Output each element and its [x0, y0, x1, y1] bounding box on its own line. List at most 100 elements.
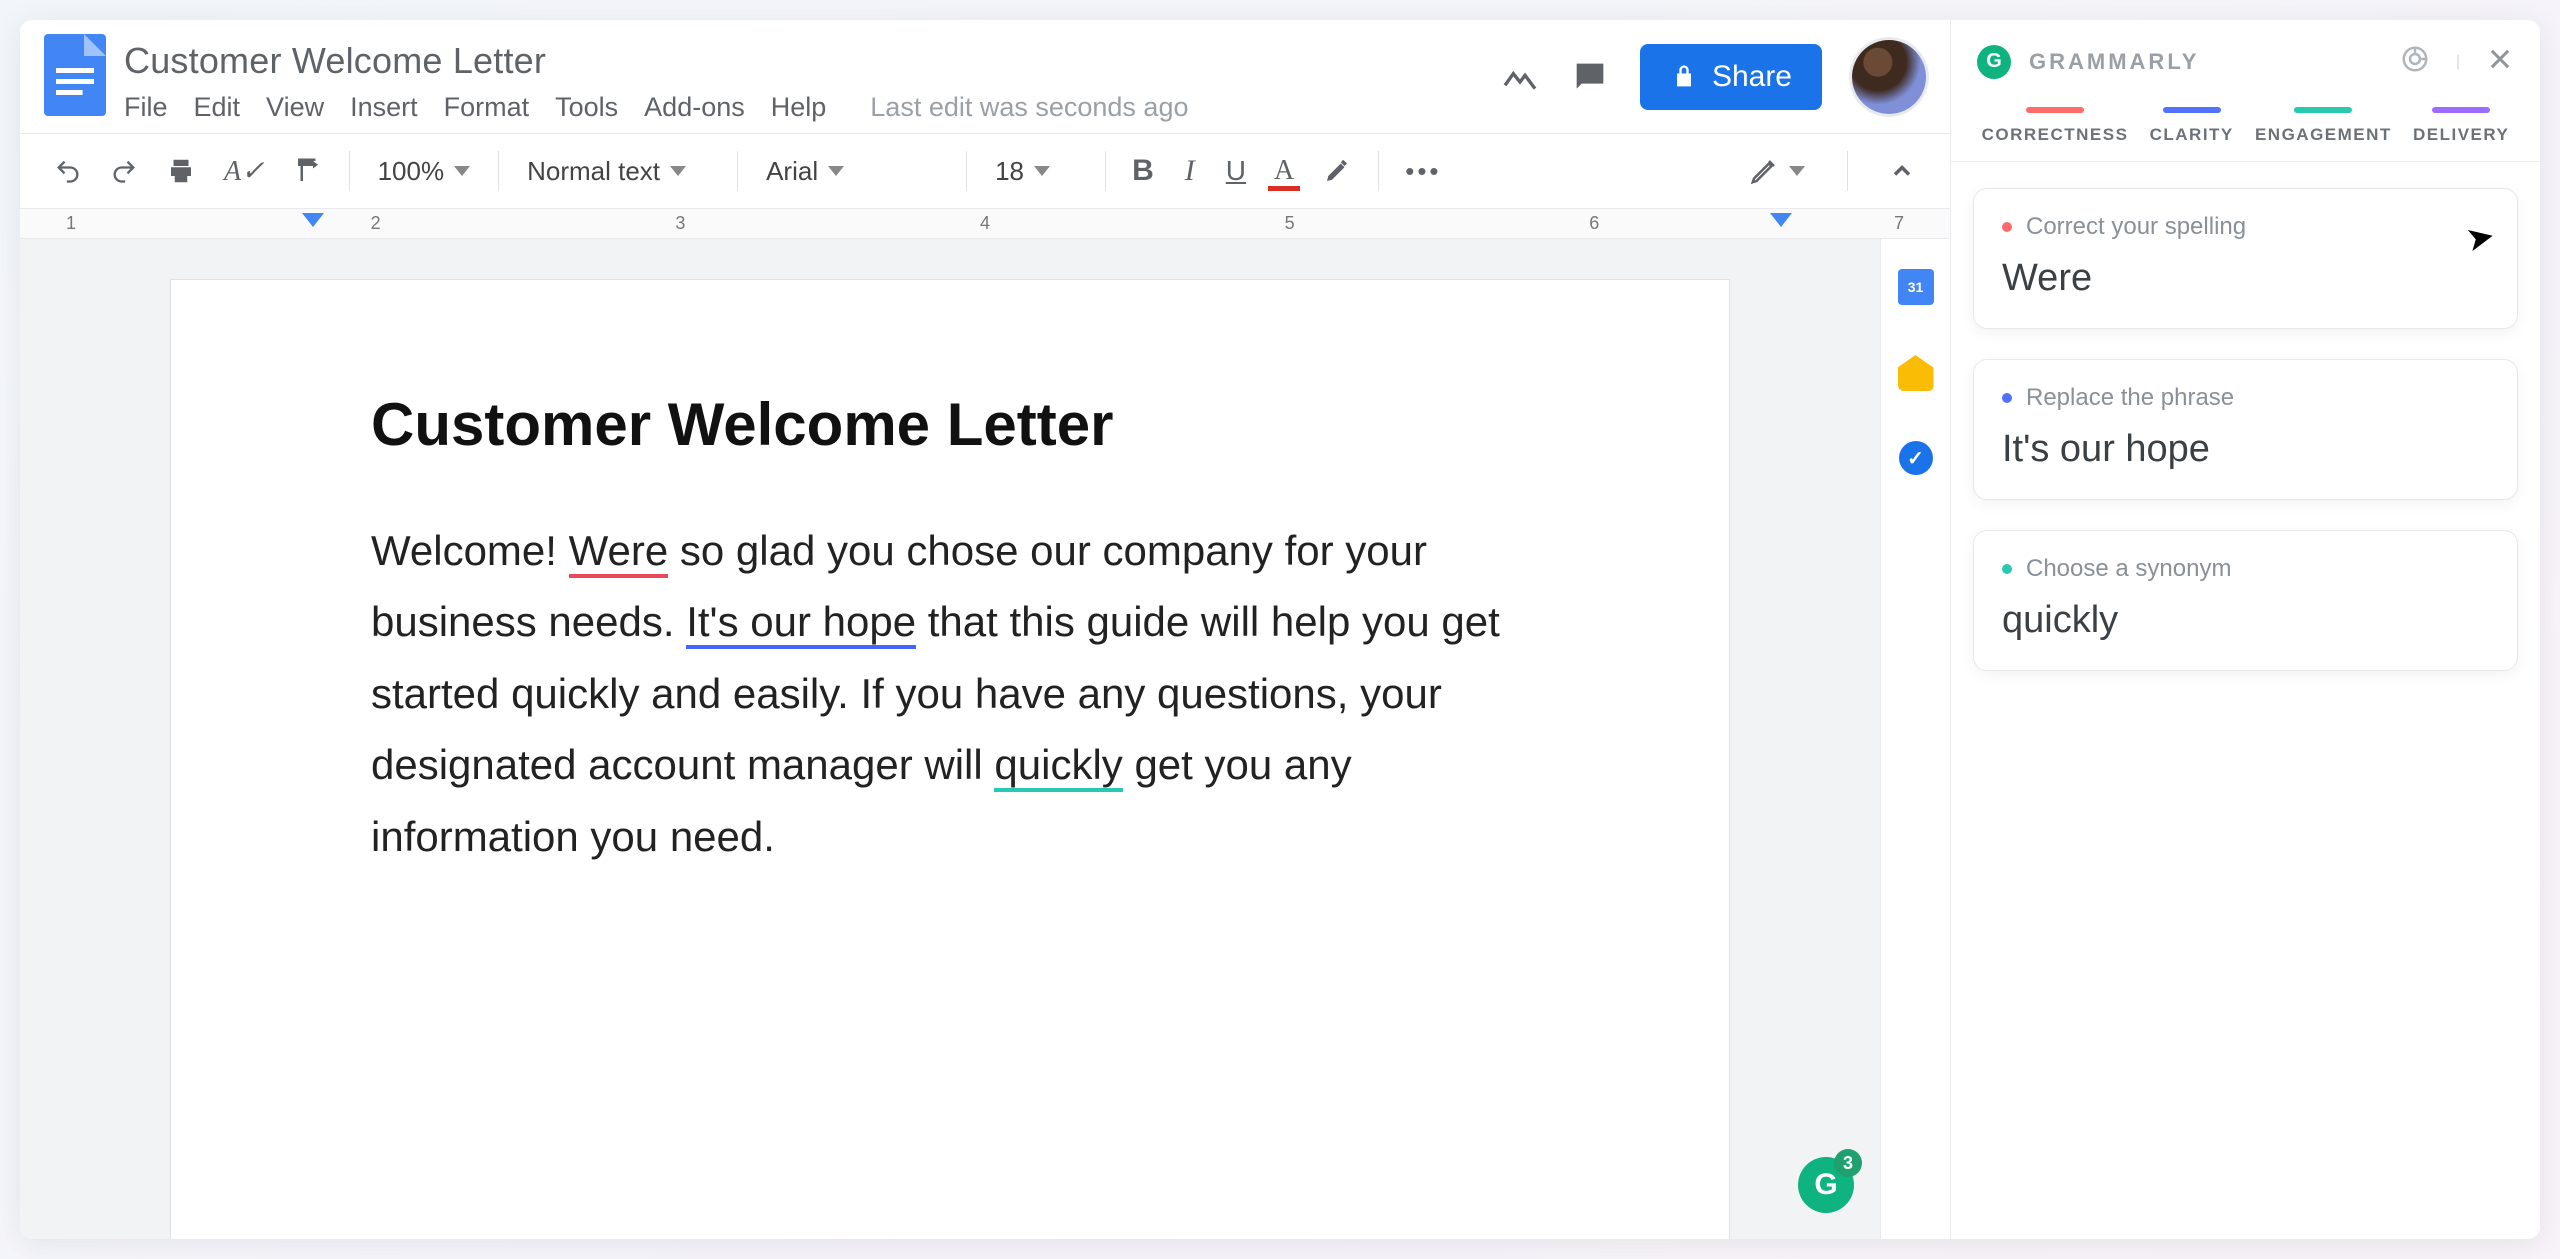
google-docs-pane: Customer Welcome Letter File Edit View I…	[20, 20, 1950, 1239]
ruler-mark: 7	[1894, 213, 1904, 234]
menu-addons[interactable]: Add-ons	[644, 92, 745, 123]
ruler-mark: 4	[980, 213, 990, 234]
toolbar-separator	[1847, 151, 1848, 191]
grammarly-tabs: CORRECTNESS CLARITY ENGAGEMENT DELIVERY	[1951, 89, 2540, 162]
tab-correctness[interactable]: CORRECTNESS	[1982, 107, 2129, 145]
share-button-label: Share	[1712, 60, 1792, 94]
grammarly-suggestion-list: Correct your spelling Were ➤ Replace the…	[1951, 162, 2540, 697]
font-size-selector[interactable]: 18	[981, 148, 1091, 195]
document-paragraph[interactable]: Welcome! Were so glad you chose our comp…	[371, 515, 1529, 872]
toolbar-separator	[1105, 151, 1106, 191]
goals-icon[interactable]	[2400, 44, 2430, 79]
paint-format-button[interactable]	[281, 148, 335, 194]
menu-help[interactable]: Help	[771, 92, 827, 123]
lock-icon	[1670, 63, 1698, 91]
document-canvas-area: Customer Welcome Letter Welcome! Were so…	[20, 239, 1950, 1239]
bold-button[interactable]: B	[1120, 146, 1166, 196]
undo-button[interactable]	[42, 149, 94, 193]
document-page[interactable]: Customer Welcome Letter Welcome! Were so…	[170, 279, 1730, 1239]
suggestion-hint: Choose a synonym	[2002, 555, 2489, 583]
header-right: Share	[1500, 34, 1926, 114]
left-indent-marker-icon[interactable]	[302, 213, 324, 227]
collapse-toolbar-button[interactable]	[1876, 149, 1928, 193]
highlight-color-button[interactable]	[1310, 148, 1364, 194]
chevron-down-icon	[828, 166, 844, 176]
ruler-mark: 5	[1285, 213, 1295, 234]
google-docs-logo-icon[interactable]	[44, 34, 106, 116]
grammarly-sidebar: G GRAMMARLY | CORRECTNESS CLARITY	[1950, 20, 2540, 1239]
suggestion-card-clarity[interactable]: Replace the phrase It's our hope	[1973, 359, 2518, 500]
toolbar-separator	[966, 151, 967, 191]
suggestion-hint: Replace the phrase	[2002, 384, 2489, 412]
tab-indicator-icon	[2026, 107, 2084, 113]
tab-clarity[interactable]: CLARITY	[2150, 107, 2234, 145]
document-title[interactable]: Customer Welcome Letter	[124, 38, 1482, 92]
spellcheck-button[interactable]: A✓	[212, 146, 277, 196]
grammarly-fab-button[interactable]: G 3	[1798, 1157, 1854, 1213]
suggestion-hint: Correct your spelling	[2002, 213, 2489, 241]
italic-button[interactable]: I	[1170, 146, 1210, 196]
editing-mode-selector[interactable]	[1735, 148, 1819, 194]
underline-button[interactable]: U	[1214, 147, 1258, 195]
suggestion-text: Were	[2002, 257, 2489, 300]
page-scroll-area[interactable]: Customer Welcome Letter Welcome! Were so…	[20, 239, 1880, 1239]
redo-button[interactable]	[98, 149, 150, 193]
tab-indicator-icon	[2432, 107, 2490, 113]
zoom-selector[interactable]: 100%	[364, 148, 485, 195]
keep-icon[interactable]	[1898, 355, 1934, 391]
chevron-down-icon	[454, 166, 470, 176]
tab-indicator-icon	[2163, 107, 2221, 113]
toolbar-separator	[349, 151, 350, 191]
menu-view[interactable]: View	[266, 92, 324, 123]
grammarly-logo-icon: G	[1977, 45, 2011, 79]
menu-tools[interactable]: Tools	[555, 92, 618, 123]
spelling-error[interactable]: Were	[569, 527, 669, 578]
formatting-toolbar: A✓ 100% Normal text Arial 18 B I U A •••	[20, 133, 1950, 209]
tasks-icon[interactable]	[1899, 441, 1933, 475]
suggestion-card-spelling[interactable]: Correct your spelling Were	[1973, 188, 2518, 329]
font-family-selector[interactable]: Arial	[752, 148, 952, 195]
last-edit-status: Last edit was seconds ago	[870, 92, 1188, 123]
comments-icon[interactable]	[1570, 57, 1610, 97]
menu-edit[interactable]: Edit	[194, 92, 241, 123]
toolbar-separator	[737, 151, 738, 191]
ruler-mark: 2	[371, 213, 381, 234]
menu-file[interactable]: File	[124, 92, 168, 123]
chevron-down-icon	[1034, 166, 1050, 176]
menu-insert[interactable]: Insert	[350, 92, 418, 123]
suggestion-text: It's our hope	[2002, 428, 2489, 471]
more-toolbar-button[interactable]: •••	[1393, 148, 1453, 195]
grammarly-header: G GRAMMARLY |	[1951, 20, 2540, 89]
menu-format[interactable]: Format	[444, 92, 530, 123]
close-icon[interactable]	[2486, 45, 2514, 78]
google-side-panel	[1880, 239, 1950, 1239]
ruler-mark: 1	[66, 213, 76, 234]
document-heading[interactable]: Customer Welcome Letter	[371, 390, 1529, 459]
horizontal-ruler[interactable]: 1 2 3 4 5 6 7	[20, 209, 1950, 239]
account-avatar[interactable]	[1852, 40, 1926, 114]
activity-dashboard-icon[interactable]	[1500, 57, 1540, 97]
dot-icon	[2002, 564, 2012, 574]
paragraph-style-selector[interactable]: Normal text	[513, 148, 723, 195]
menubar: File Edit View Insert Format Tools Add-o…	[124, 92, 1482, 123]
tab-indicator-icon	[2294, 107, 2352, 113]
chevron-down-icon	[670, 166, 686, 176]
engagement-suggestion[interactable]: quickly	[994, 741, 1122, 792]
suggestion-text: quickly	[2002, 599, 2489, 642]
print-button[interactable]	[154, 148, 208, 194]
clarity-suggestion[interactable]: It's our hope	[686, 598, 916, 649]
tab-delivery[interactable]: DELIVERY	[2413, 107, 2509, 145]
toolbar-separator	[498, 151, 499, 191]
docs-header: Customer Welcome Letter File Edit View I…	[20, 20, 1950, 123]
tab-engagement[interactable]: ENGAGEMENT	[2255, 107, 2392, 145]
ruler-mark: 3	[675, 213, 685, 234]
title-block: Customer Welcome Letter File Edit View I…	[124, 34, 1482, 123]
calendar-icon[interactable]	[1898, 269, 1934, 305]
right-indent-marker-icon[interactable]	[1770, 213, 1792, 227]
dot-icon	[2002, 393, 2012, 403]
text-color-button[interactable]: A	[1262, 147, 1306, 195]
suggestion-card-engagement[interactable]: Choose a synonym quickly	[1973, 530, 2518, 671]
dot-icon	[2002, 222, 2012, 232]
app-frame: Customer Welcome Letter File Edit View I…	[20, 20, 2540, 1239]
share-button[interactable]: Share	[1640, 44, 1822, 110]
